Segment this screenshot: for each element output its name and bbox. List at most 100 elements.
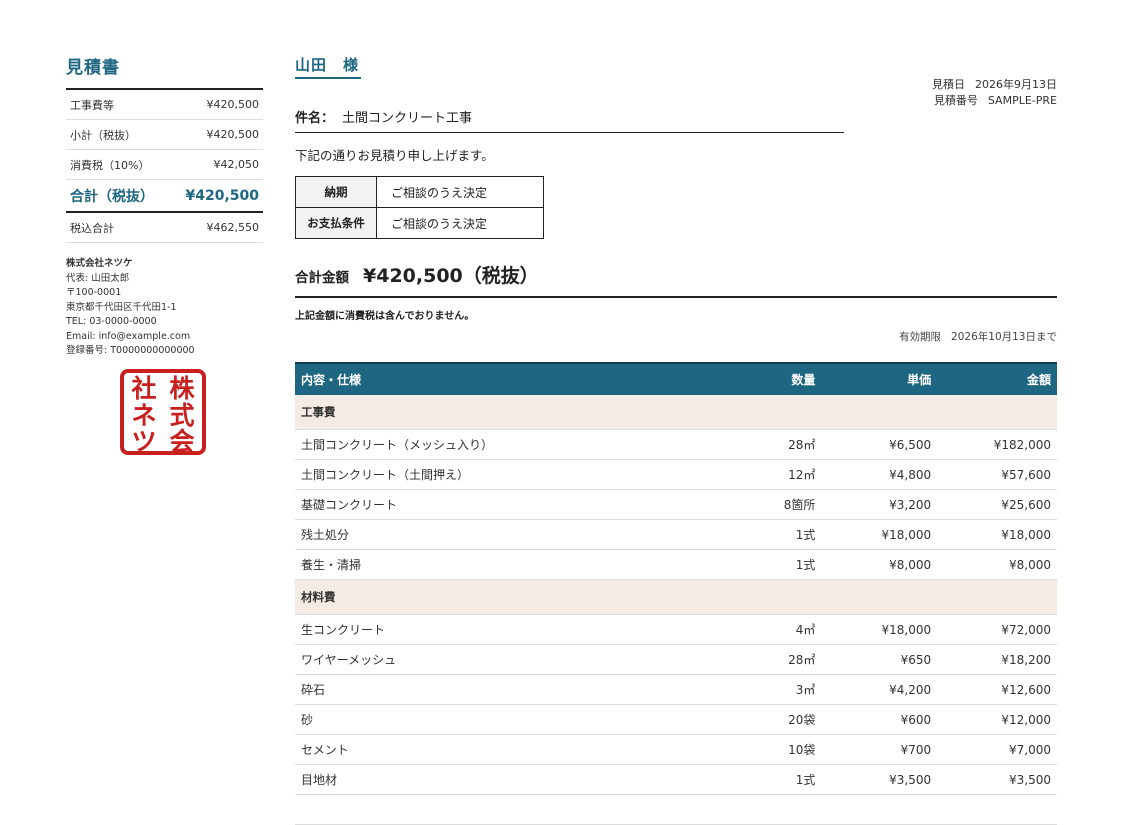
- item-amount: ¥12,000: [937, 704, 1057, 735]
- item-unit-price: ¥650: [821, 644, 938, 675]
- item-qty: 28㎡: [720, 429, 822, 460]
- item-qty: 4㎥: [720, 614, 822, 645]
- item-unit-price: ¥6,500: [821, 429, 938, 460]
- item-qty: 1式: [720, 549, 822, 580]
- svg-text:株: 株: [169, 374, 195, 403]
- terms-table: 納期 ご相談のうえ決定 お支払条件 ご相談のうえ決定: [295, 176, 544, 239]
- item-unit-price: ¥18,000: [821, 614, 938, 645]
- item-unit-price: ¥600: [821, 704, 938, 735]
- item-qty: 12㎡: [720, 459, 822, 490]
- items-body: 工事費 土間コンクリート（メッシュ入り） 28㎡ ¥6,500 ¥182,000…: [295, 395, 1057, 825]
- items-header-row: 内容・仕様 数量 単価 金額: [295, 362, 1057, 395]
- tax-note: 上記金額に消費税は含んでおりません。: [295, 311, 475, 322]
- item-name: [295, 794, 721, 825]
- table-row: 目地材 1式 ¥3,500 ¥3,500: [295, 764, 1057, 795]
- table-row: 基礎コンクリート 8箇所 ¥3,200 ¥25,600: [295, 489, 1057, 520]
- subject-line: 件名： 土間コンクリート工事: [295, 107, 844, 133]
- table-row: 砕石 3㎥ ¥4,200 ¥12,600: [295, 674, 1057, 705]
- table-row: ワイヤーメッシュ 28㎡ ¥650 ¥18,200: [295, 644, 1057, 675]
- summary-label: 消費税（10%）: [70, 158, 150, 172]
- summary-value: ¥420,500: [206, 98, 260, 111]
- company-email: Email: info@example.com: [66, 330, 191, 342]
- item-qty: 1式: [720, 764, 822, 795]
- item-amount: ¥25,600: [937, 489, 1057, 520]
- estimate-meta: 見積日 2026年9月13日 見積番号 SAMPLE-PRE: [932, 77, 1057, 109]
- terms-row: 納期 ご相談のうえ決定: [295, 176, 544, 208]
- summary-total-label: 合計（税抜）: [70, 188, 154, 205]
- summary-row: 工事費等 ¥420,500: [66, 90, 263, 120]
- item-unit-price: ¥18,000: [821, 519, 938, 550]
- item-amount: ¥8,000: [937, 549, 1057, 580]
- company-address: 東京都千代田区千代田1-1: [66, 301, 177, 313]
- company-seal: 株 式 会 社 ネ ツ: [120, 368, 206, 456]
- summary-total-value: ¥420,500: [185, 187, 259, 204]
- table-row: 砂 20袋 ¥600 ¥12,000: [295, 704, 1057, 735]
- terms-value: ご相談のうえ決定: [376, 207, 544, 239]
- summary-table: 工事費等 ¥420,500 小計（税抜） ¥420,500 消費税（10%） ¥…: [66, 88, 263, 243]
- category-label: 工事費: [295, 395, 1057, 430]
- header-amount: 金額: [937, 362, 1057, 395]
- item-name: 土間コンクリート（土間押え）: [295, 459, 721, 490]
- terms-row: お支払条件 ご相談のうえ決定: [295, 207, 544, 239]
- item-name: 砂: [295, 704, 721, 735]
- estimate-main: 山田 様 見積日 2026年9月13日 見積番号 SAMPLE-PRE 件名： 土間コ…: [295, 50, 1057, 825]
- items-table: 内容・仕様 数量 単価 金額 工事費 土間コンクリート（メッシュ入り） 28㎡ …: [295, 362, 1057, 825]
- subject-value: 土間コンクリート工事: [342, 111, 473, 126]
- summary-value: ¥420,500: [206, 128, 260, 141]
- item-qty: [720, 794, 822, 825]
- item-unit-price: ¥700: [821, 734, 938, 765]
- item-qty: 28㎡: [720, 644, 822, 675]
- header-unit-price: 単価: [821, 362, 938, 395]
- greeting-text: 下記の通りお見積り申し上げます。: [295, 148, 494, 163]
- svg-text:会: 会: [169, 427, 194, 455]
- table-row: 土間コンクリート（メッシュ入り） 28㎡ ¥6,500 ¥182,000: [295, 429, 1057, 460]
- summary-tax-incl-label: 税込合計: [70, 221, 114, 235]
- company-registration: 登録番号: T0000000000000: [66, 345, 195, 356]
- table-row: 土間コンクリート（土間押え） 12㎡ ¥4,800 ¥57,600: [295, 459, 1057, 490]
- header-qty: 数量: [720, 362, 822, 395]
- item-qty: 10袋: [720, 734, 822, 765]
- summary-row: 小計（税抜） ¥420,500: [66, 120, 263, 150]
- item-unit-price: ¥8,000: [821, 549, 938, 580]
- document-title: 見積書: [66, 58, 120, 78]
- summary-label: 工事費等: [70, 98, 114, 112]
- svg-text:ネ: ネ: [131, 401, 156, 430]
- summary-tax-incl-row: 税込合計 ¥462,550: [66, 213, 263, 243]
- item-name: ワイヤーメッシュ: [295, 644, 721, 675]
- grand-total-label: 合計金額: [295, 270, 349, 286]
- estimate-date-label: 見積日: [932, 78, 965, 91]
- item-qty: 8箇所: [720, 489, 822, 520]
- svg-text:式: 式: [169, 401, 194, 430]
- summary-total-row: 合計（税抜） ¥420,500: [66, 180, 263, 213]
- svg-text:社: 社: [131, 374, 156, 403]
- item-name: セメント: [295, 734, 721, 765]
- item-name: 生コンクリート: [295, 614, 721, 645]
- item-name: 養生・清掃: [295, 549, 721, 580]
- category-row: 材料費: [295, 579, 1057, 615]
- table-row: 養生・清掃 1式 ¥8,000 ¥8,000: [295, 549, 1057, 580]
- grand-total-amount: ¥420,500（税抜）: [363, 265, 539, 287]
- item-amount: ¥18,000: [937, 519, 1057, 550]
- estimate-number-label: 見積番号: [933, 94, 978, 107]
- item-amount: ¥18,200: [937, 644, 1057, 675]
- item-qty: 3㎥: [720, 674, 822, 705]
- summary-tax-incl-value: ¥462,550: [206, 221, 260, 234]
- svg-text:ツ: ツ: [131, 427, 156, 455]
- summary-row: 消費税（10%） ¥42,050: [66, 150, 263, 180]
- item-amount: ¥7,000: [937, 734, 1057, 765]
- category-row: 工事費: [295, 395, 1057, 430]
- item-name: 基礎コンクリート: [295, 489, 721, 520]
- validity-label: 有効期限: [899, 331, 942, 343]
- company-representative: 代表: 山田太郎: [66, 272, 130, 284]
- terms-value: ご相談のうえ決定: [376, 176, 544, 208]
- company-name: 株式会社ネツケ: [66, 258, 133, 269]
- item-name: 土間コンクリート（メッシュ入り）: [295, 429, 721, 460]
- table-row: 残土処分 1式 ¥18,000 ¥18,000: [295, 519, 1057, 550]
- item-name: 目地材: [295, 764, 721, 795]
- item-unit-price: ¥4,200: [821, 674, 938, 705]
- validity-value: 2026年10月13日まで: [951, 331, 1057, 343]
- item-unit-price: ¥3,200: [821, 489, 938, 520]
- grand-total: 合計金額 ¥420,500（税抜）: [295, 261, 1057, 298]
- item-amount: ¥57,600: [937, 459, 1057, 490]
- company-postal: 〒100-0001: [66, 287, 122, 298]
